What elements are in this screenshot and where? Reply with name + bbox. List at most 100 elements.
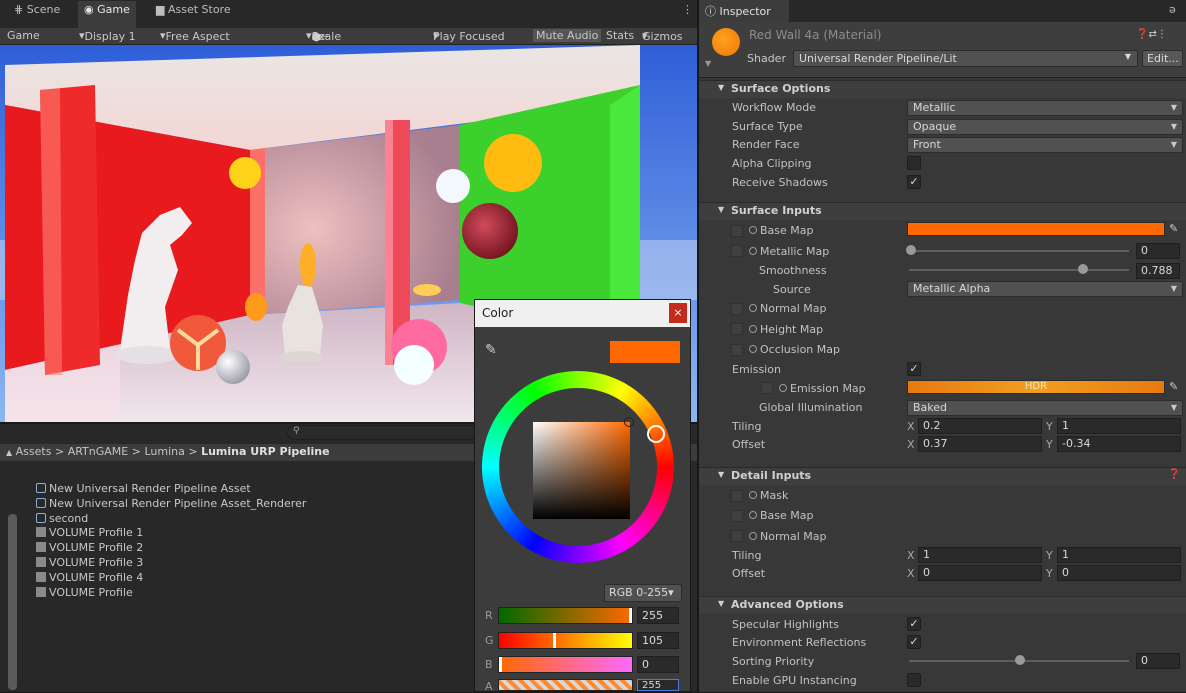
foldout-arrow-icon[interactable]: ▼ — [705, 59, 711, 68]
project-scrollbar[interactable] — [8, 514, 17, 690]
color-picker-titlebar[interactable]: Color × — [475, 300, 690, 327]
a-field[interactable]: 255 — [637, 679, 679, 691]
sorting-priority-knob[interactable] — [1015, 655, 1025, 665]
r-slider[interactable] — [498, 607, 633, 624]
sv-marker[interactable] — [624, 417, 634, 427]
b-field[interactable]: 0 — [637, 656, 679, 673]
tab-asset-store[interactable]: ▆ Asset Store — [150, 1, 237, 27]
section-detail-inputs[interactable]: ▼ Detail Inputs ❓ — [699, 467, 1186, 485]
smoothness-source-dropdown[interactable]: Metallic Alpha ▼ — [907, 281, 1183, 297]
stats-toggle[interactable]: Stats — [606, 29, 634, 42]
texture-slot[interactable] — [731, 490, 743, 502]
play-focused-dropdown[interactable]: Play Focused ▾ — [433, 29, 505, 43]
render-face-dropdown[interactable]: Front ▼ — [907, 137, 1183, 153]
metallic-slider-knob[interactable] — [906, 245, 916, 255]
sorting-priority-field[interactable]: 0 — [1136, 653, 1180, 669]
smoothness-field[interactable]: 0.788 — [1136, 263, 1180, 279]
edit-shader-button[interactable]: Edit... — [1142, 50, 1183, 67]
list-item[interactable]: New Universal Render Pipeline Asset_Rend… — [36, 497, 306, 510]
color-mode-dropdown[interactable]: RGB 0-255▾ — [604, 584, 682, 602]
texture-slot[interactable] — [731, 303, 743, 315]
texture-slot[interactable] — [731, 344, 743, 356]
offset-x-field[interactable]: 0.37 — [918, 436, 1042, 452]
gizmos-toggle[interactable]: Gizmos ▾ — [642, 29, 683, 43]
shader-dropdown[interactable]: Universal Render Pipeline/Lit ▼ — [793, 50, 1138, 67]
close-button[interactable]: × — [669, 303, 687, 323]
a-slider[interactable] — [498, 679, 633, 691]
texture-slot[interactable] — [761, 382, 773, 394]
list-item[interactable]: second — [36, 512, 88, 525]
metallic-slider[interactable] — [909, 250, 1129, 252]
smoothness-slider[interactable] — [909, 269, 1129, 271]
tab-game[interactable]: ◉ Game — [78, 1, 136, 28]
tab-inspector[interactable]: ⓘ Inspector — [699, 0, 789, 22]
specular-highlights-label: Specular Highlights — [732, 618, 839, 631]
detail-offset-x-field[interactable]: 0 — [918, 565, 1042, 581]
help-icon[interactable]: ❓ — [1168, 469, 1180, 480]
b-slider[interactable] — [498, 656, 633, 673]
detail-tiling-x-field[interactable]: 1 — [918, 547, 1042, 563]
section-surface-inputs[interactable]: ▼ Surface Inputs — [699, 202, 1186, 220]
breadcrumb-lumina-urp[interactable]: Lumina URP Pipeline — [201, 445, 329, 458]
texture-slot[interactable] — [731, 530, 743, 542]
breadcrumb-assets[interactable]: Assets — [16, 445, 52, 458]
gamepad-icon: ◉ — [84, 3, 98, 16]
texture-slot[interactable] — [731, 510, 743, 522]
list-item[interactable]: VOLUME Profile 1 — [36, 526, 143, 539]
detail-tiling-y-field[interactable]: 1 — [1057, 547, 1181, 563]
g-field[interactable]: 105 — [637, 632, 679, 649]
help-icon[interactable]: ❓⇄⋮ — [1136, 29, 1167, 40]
aspect-dropdown[interactable]: ▾ Free Aspect — [160, 29, 230, 43]
surface-type-dropdown[interactable]: Opaque ▼ — [907, 119, 1183, 135]
texture-slot[interactable] — [731, 225, 743, 237]
base-color-field[interactable] — [907, 222, 1165, 236]
texture-slot[interactable] — [731, 323, 743, 335]
specular-highlights-checkbox[interactable]: ✓ — [907, 617, 921, 631]
workflow-mode-dropdown[interactable]: Metallic ▼ — [907, 100, 1183, 116]
eyedropper-icon[interactable]: ✎ — [1169, 222, 1178, 235]
tab-scene[interactable]: ⋕ Scene — [8, 1, 66, 27]
smoothness-slider-knob[interactable] — [1078, 264, 1088, 274]
scene-icon: ⋕ — [14, 3, 27, 16]
list-item[interactable]: VOLUME Profile 2 — [36, 541, 143, 554]
eyedropper-icon[interactable]: ✎ — [1169, 380, 1178, 393]
saturation-value-square[interactable] — [533, 417, 634, 519]
list-item[interactable]: VOLUME Profile — [36, 586, 133, 599]
display-dropdown[interactable]: ▾ Display 1 — [79, 29, 136, 43]
emission-color-field[interactable]: HDR — [907, 380, 1165, 394]
breadcrumb-lumina[interactable]: Lumina — [144, 445, 184, 458]
detail-offset-y-field[interactable]: 0 — [1057, 565, 1181, 581]
texture-slot[interactable] — [731, 245, 743, 257]
section-advanced-options[interactable]: ▼ Advanced Options — [699, 596, 1186, 614]
list-item[interactable]: VOLUME Profile 3 — [36, 556, 143, 569]
chevron-down-icon: ▼ — [1170, 403, 1177, 412]
list-item[interactable]: New Universal Render Pipeline Asset — [36, 482, 251, 495]
tiling-y-field[interactable]: 1 — [1057, 418, 1181, 434]
project-search-input[interactable]: ⚲ — [287, 425, 477, 440]
tab-menu-icon[interactable]: ⋮ — [676, 1, 699, 27]
mute-audio-toggle[interactable]: Mute Audio — [533, 29, 602, 42]
r-field[interactable]: 255 — [637, 607, 679, 624]
texture-icon — [749, 511, 757, 519]
breadcrumb-up-icon[interactable]: ▲ — [6, 448, 12, 457]
section-surface-options[interactable]: ▼ Surface Options — [699, 80, 1186, 98]
color-picker-title: Color — [482, 306, 514, 320]
receive-shadows-checkbox[interactable]: ✓ — [907, 175, 921, 189]
game-mode-dropdown[interactable]: Game — [7, 29, 40, 42]
emission-checkbox[interactable]: ✓ — [907, 362, 921, 376]
eyedropper-icon[interactable]: ✎ — [485, 342, 497, 358]
list-item[interactable]: VOLUME Profile 4 — [36, 571, 143, 584]
g-slider[interactable] — [498, 632, 633, 649]
alpha-clipping-checkbox[interactable] — [907, 156, 921, 170]
scale-slider[interactable]: ▾ Scale ●─ 1x — [306, 29, 341, 43]
breadcrumb-artngame[interactable]: ARTnGAME — [68, 445, 129, 458]
metallic-field[interactable]: 0 — [1136, 243, 1180, 259]
gpu-instancing-checkbox[interactable] — [907, 673, 921, 687]
environment-reflections-checkbox[interactable]: ✓ — [907, 635, 921, 649]
tiling-x-field[interactable]: 0.2 — [918, 418, 1042, 434]
lock-icon[interactable]: ə — [1169, 3, 1176, 16]
global-illumination-dropdown[interactable]: Baked ▼ — [907, 400, 1183, 416]
color-picker-window: Color × ✎ RGB 0-255▾ R 255 G 105 B 0 A 2… — [474, 299, 691, 693]
offset-y-field[interactable]: -0.34 — [1057, 436, 1181, 452]
foldout-arrow-icon: ▼ — [718, 205, 725, 214]
